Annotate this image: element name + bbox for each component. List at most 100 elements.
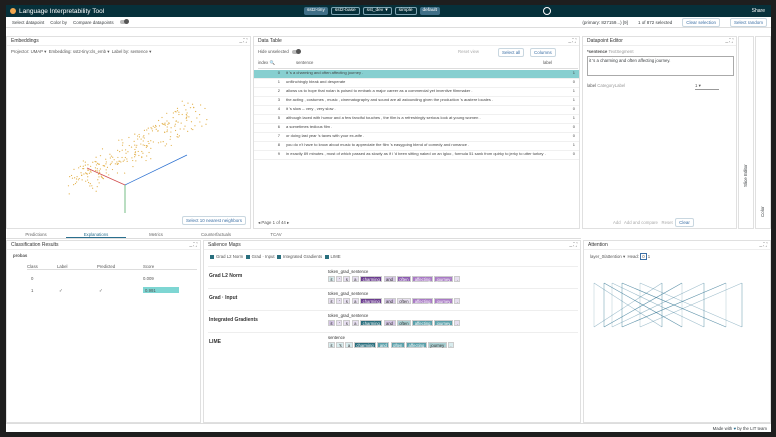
embedding-point[interactable]	[71, 177, 74, 179]
embedding-point[interactable]	[194, 125, 196, 127]
embedding-point[interactable]	[185, 117, 187, 119]
embedding-point[interactable]	[193, 107, 195, 109]
embedding-point[interactable]	[178, 135, 181, 137]
embedding-point[interactable]	[135, 160, 137, 162]
embedding-point[interactable]	[117, 162, 119, 165]
embedding-point[interactable]	[178, 113, 180, 116]
embedding-point[interactable]	[111, 161, 113, 163]
embedding-point[interactable]	[97, 163, 100, 165]
embedding-point[interactable]	[78, 167, 80, 169]
salience-token[interactable]: s	[343, 276, 351, 282]
embedding-point[interactable]	[151, 128, 153, 130]
embedding-point[interactable]	[116, 172, 119, 174]
embedding-point[interactable]	[109, 157, 111, 159]
sentence-textarea[interactable]: it 's a charming and often affecting jou…	[587, 56, 734, 76]
salience-token[interactable]: journey	[427, 342, 447, 348]
embedding-point[interactable]	[105, 163, 107, 165]
embedding-point[interactable]	[106, 166, 109, 168]
embedding-point[interactable]	[158, 125, 161, 127]
embedding-point[interactable]	[101, 177, 104, 179]
embedding-point[interactable]	[206, 119, 208, 121]
embedding-point[interactable]	[89, 170, 91, 172]
embedding-point[interactable]	[177, 121, 179, 123]
salience-token[interactable]: a	[351, 276, 359, 282]
embedding-point[interactable]	[98, 170, 100, 172]
embedding-point[interactable]	[175, 120, 177, 122]
salience-token[interactable]: and	[383, 298, 396, 304]
embedding-point[interactable]	[84, 161, 86, 163]
embedding-point[interactable]	[99, 171, 101, 174]
embedding-point[interactable]	[176, 133, 179, 135]
salience-token[interactable]: it	[328, 342, 336, 348]
embedding-point[interactable]	[170, 144, 172, 147]
tab-metrics[interactable]: Metrics	[126, 230, 186, 238]
salience-token[interactable]: it	[328, 320, 336, 326]
maximize-icon[interactable]: _ ⛶	[569, 242, 577, 248]
embedding-point[interactable]	[154, 126, 156, 129]
embedding-point[interactable]	[184, 125, 186, 127]
embedding-point[interactable]	[91, 185, 93, 187]
salience-token[interactable]: s	[343, 298, 351, 304]
salience-token[interactable]: often	[396, 320, 412, 326]
embedding-point[interactable]	[81, 174, 83, 176]
slice-editor-tab[interactable]: Slice Editor	[738, 36, 754, 229]
embedding-select[interactable]: sst2-tiny:cls_emb	[73, 49, 106, 54]
checkbox-icon[interactable]	[324, 254, 329, 259]
select-random-button[interactable]: Select random	[729, 18, 767, 27]
select-datapoint-dropdown[interactable]: Select datapoint	[12, 20, 44, 25]
tab-tcav[interactable]: TCAV	[246, 230, 306, 238]
embedding-point[interactable]	[90, 165, 92, 167]
salience-token[interactable]: charming	[353, 342, 377, 348]
embedding-point[interactable]	[95, 169, 97, 172]
salience-token[interactable]: .	[454, 320, 461, 326]
embedding-point[interactable]	[87, 181, 90, 184]
embedding-point[interactable]	[134, 133, 136, 135]
embedding-point[interactable]	[180, 122, 182, 124]
embedding-point[interactable]	[145, 159, 147, 162]
embedding-point[interactable]	[169, 138, 171, 140]
table-row[interactable]: 5 although laced with humor and a few fan…	[254, 115, 579, 124]
col-sentence-header[interactable]: sentence	[296, 60, 313, 65]
salience-token[interactable]: charming	[360, 320, 383, 326]
embedding-point[interactable]	[168, 122, 170, 124]
add-button[interactable]: Add	[613, 220, 621, 225]
embedding-point[interactable]	[137, 150, 139, 153]
embedding-point[interactable]	[67, 185, 70, 187]
embedding-point[interactable]	[162, 141, 164, 143]
embedding-point[interactable]	[142, 140, 144, 142]
embedding-point[interactable]	[190, 121, 193, 123]
embedding-point[interactable]	[179, 128, 181, 130]
embedding-point[interactable]	[82, 165, 84, 167]
embedding-point[interactable]	[169, 136, 172, 138]
embedding-point[interactable]	[108, 174, 110, 176]
salience-token[interactable]: charming	[360, 276, 383, 282]
clear-button[interactable]: Clear	[675, 218, 694, 227]
embedding-point[interactable]	[105, 169, 107, 171]
embedding-point[interactable]	[128, 144, 130, 147]
embedding-point[interactable]	[121, 139, 123, 141]
table-row[interactable]: 7 or doing last year 's taxes with your e…	[254, 133, 579, 142]
embedding-point[interactable]	[147, 127, 149, 129]
salience-token[interactable]: .	[454, 298, 461, 304]
embedding-point[interactable]	[187, 102, 189, 104]
embedding-point[interactable]	[141, 150, 143, 153]
embedding-point[interactable]	[96, 162, 99, 164]
salience-token[interactable]: and	[383, 276, 396, 282]
label-by-select[interactable]: sentence	[130, 49, 147, 54]
embedding-point[interactable]	[97, 173, 100, 175]
embedding-point[interactable]	[116, 163, 118, 165]
col-predicted[interactable]: Predicted	[97, 264, 115, 269]
color-by-dropdown[interactable]: Color by	[50, 20, 67, 25]
embedding-point[interactable]	[152, 141, 154, 143]
table-row[interactable]: 2 allows us to hope that nolan is poised …	[254, 88, 579, 97]
embedding-point[interactable]	[134, 154, 137, 156]
table-row[interactable]: 1 unflinchingly bleak and desperate 0	[254, 79, 579, 88]
embedding-point[interactable]	[150, 147, 152, 149]
prev-page-icon[interactable]: ◂	[258, 220, 260, 225]
embedding-point[interactable]	[133, 140, 135, 142]
maximize-icon[interactable]: _ ⛶	[725, 38, 733, 44]
embedding-point[interactable]	[118, 139, 120, 141]
embedding-point[interactable]	[99, 155, 102, 157]
embedding-point[interactable]	[88, 172, 91, 174]
embedding-point[interactable]	[98, 182, 100, 184]
